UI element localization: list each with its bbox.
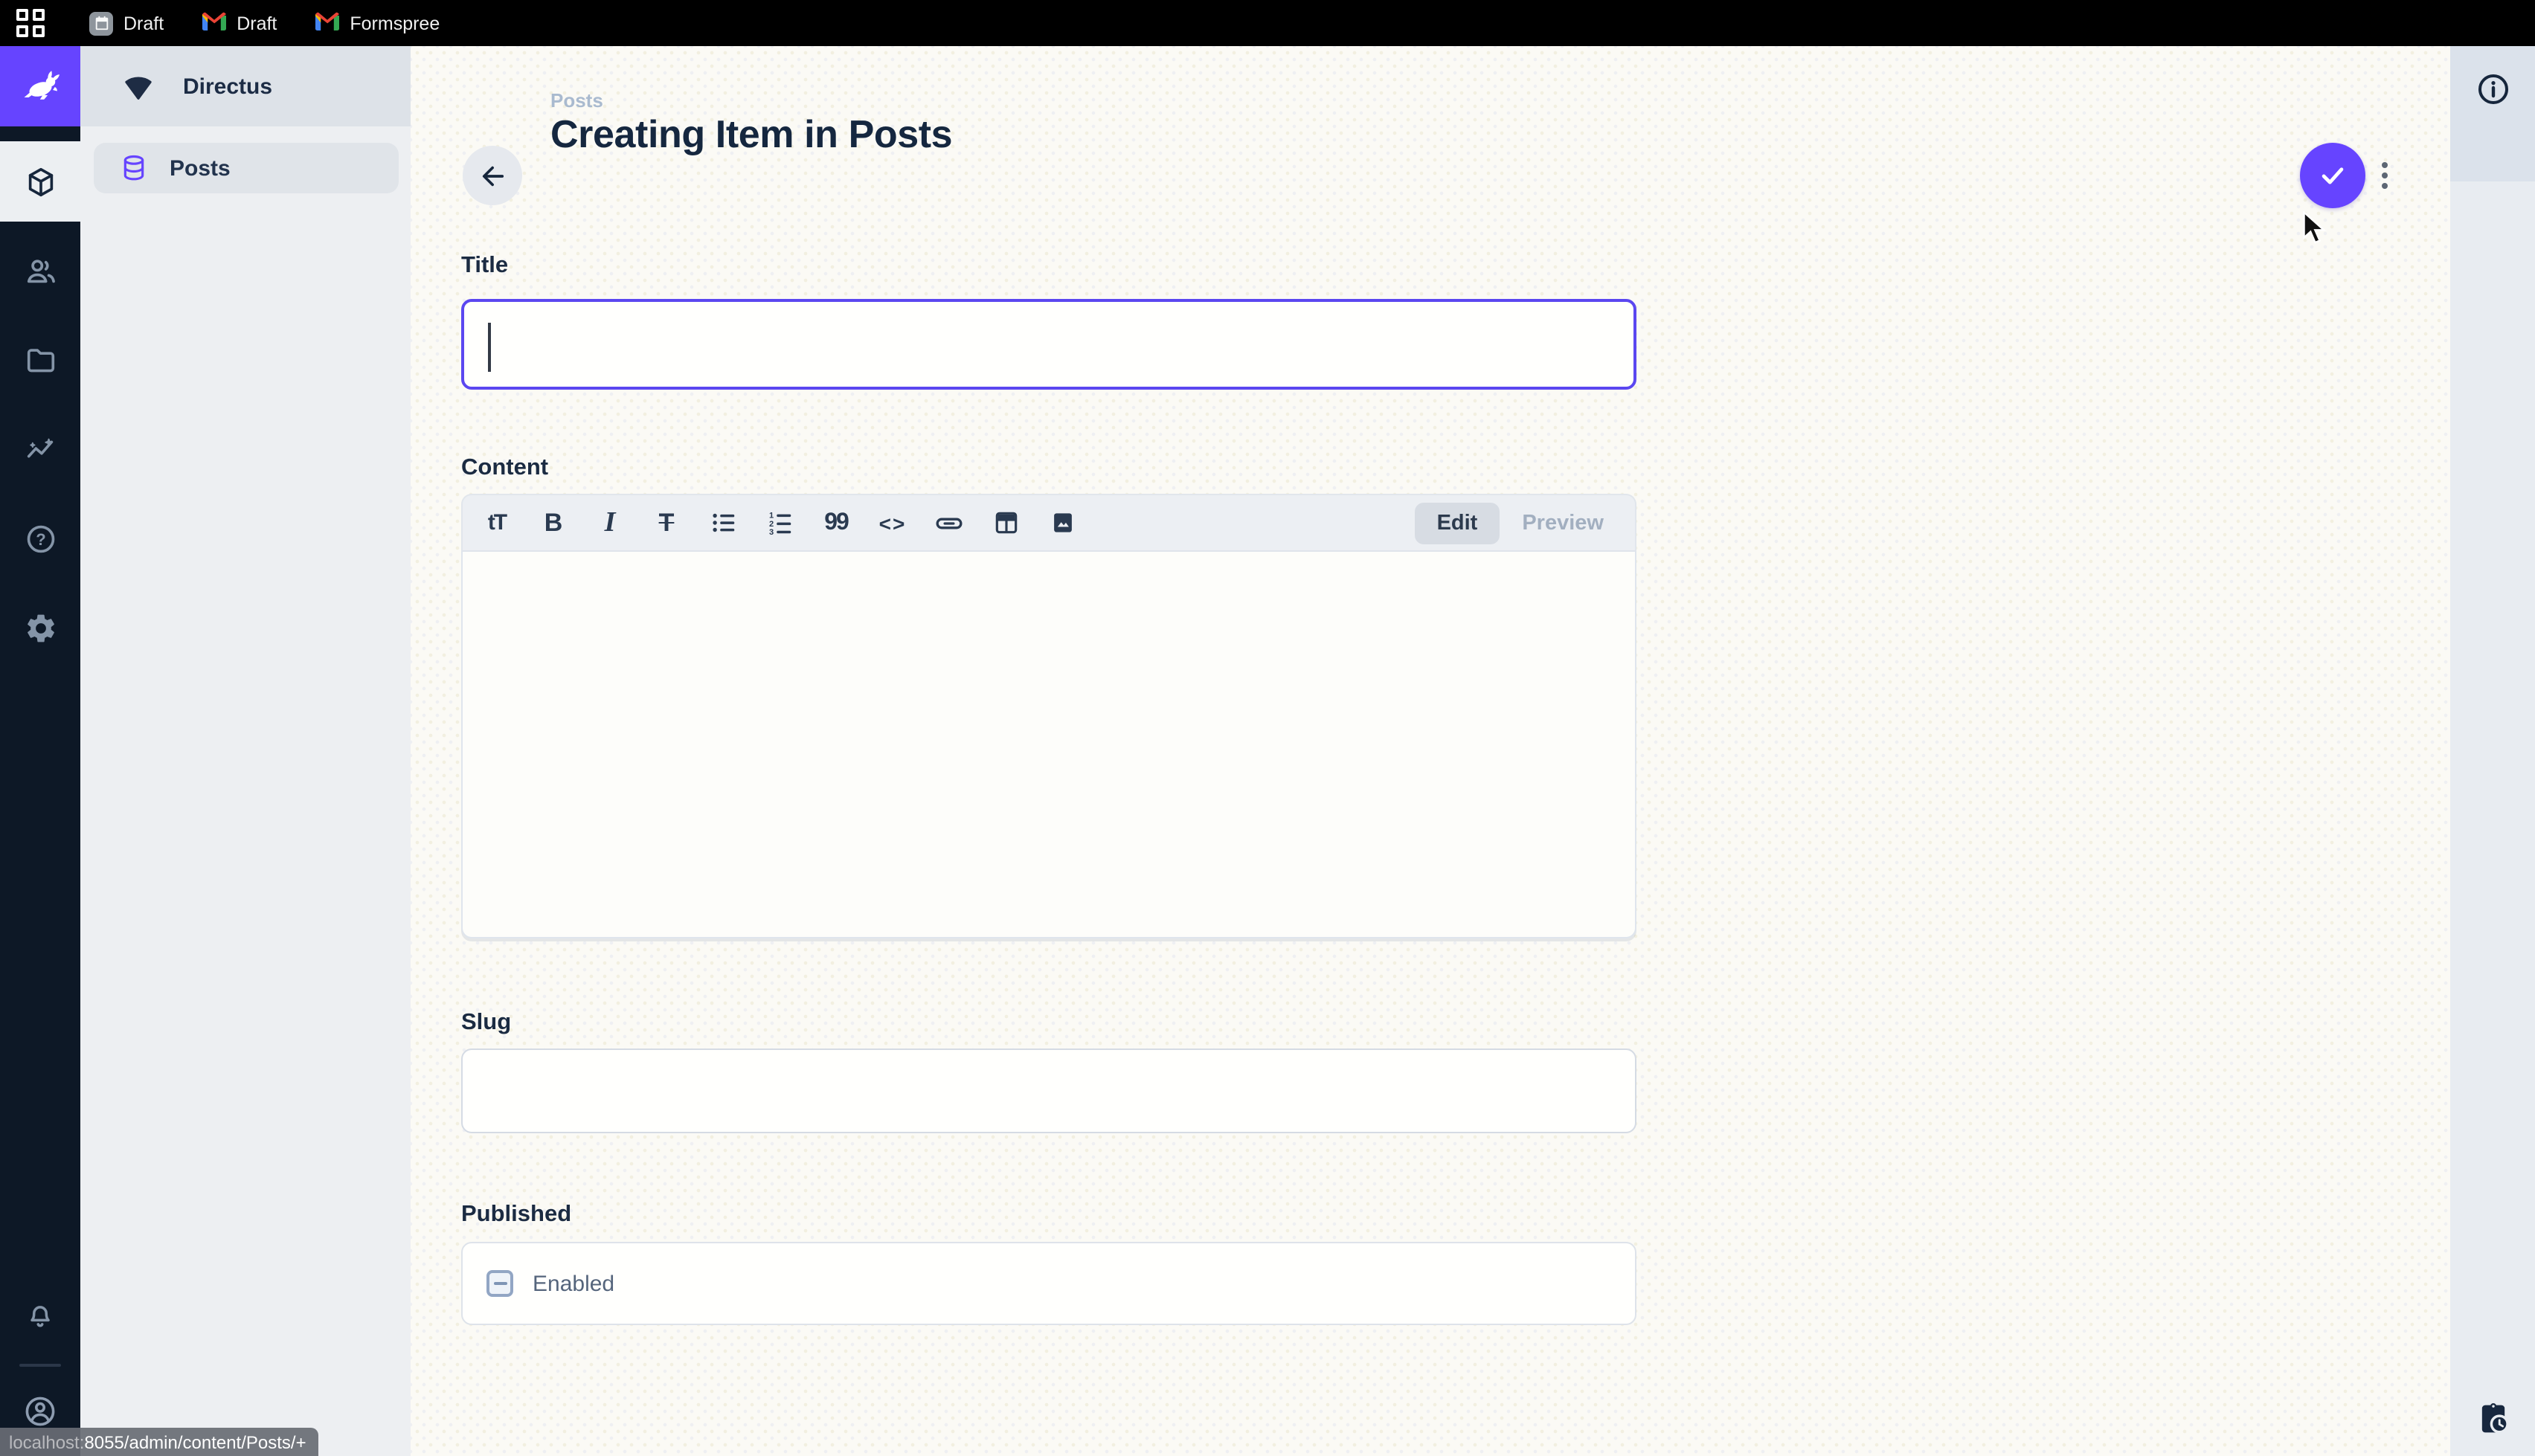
nav-sidebar: Directus Posts [80, 46, 411, 1456]
item-form: Title Content tT B I T 123 [461, 156, 1636, 1325]
field-published: Published Enabled [461, 1202, 1636, 1325]
module-insights[interactable] [0, 409, 80, 489]
back-button[interactable] [463, 146, 522, 205]
folder-icon [23, 343, 57, 377]
text-caret [488, 323, 490, 372]
editor-toolbar: tT B I T 123 99 <> [461, 494, 1636, 552]
info-button[interactable] [2475, 71, 2510, 107]
table-icon [992, 509, 1020, 537]
info-icon [2475, 71, 2510, 107]
gmail-icon [202, 11, 226, 35]
module-files[interactable] [0, 320, 80, 400]
link-button[interactable] [928, 502, 970, 544]
app-grid-icon[interactable] [16, 9, 45, 37]
database-icon [119, 153, 149, 183]
numbered-list-icon: 123 [765, 509, 794, 537]
numbered-list-button[interactable]: 123 [759, 502, 800, 544]
table-button[interactable] [985, 502, 1026, 544]
calendar-icon: 31 [89, 11, 113, 35]
field-slug: Slug [461, 1010, 1636, 1133]
breadcrumb[interactable]: Posts [550, 89, 952, 113]
status-url-bubble: localhost:8055/admin/content/Posts/+ [0, 1428, 318, 1456]
revisions-button[interactable] [2450, 1399, 2535, 1438]
module-users[interactable] [0, 231, 80, 311]
checkbox-label: Enabled [533, 1271, 614, 1296]
image-icon [1048, 509, 1076, 537]
check-icon [2316, 159, 2349, 192]
project-name: Directus [183, 74, 272, 99]
published-checkbox[interactable] [486, 1270, 513, 1297]
arrow-left-icon [477, 160, 508, 191]
gear-icon [23, 611, 57, 645]
bookmark-draft-calendar[interactable]: 31 Draft [89, 11, 164, 35]
module-bar: ? [0, 46, 80, 1456]
help-icon: ? [23, 521, 57, 555]
field-content: Content tT B I T 123 99 <> [461, 455, 1636, 938]
svg-text:3: 3 [768, 528, 773, 537]
field-label: Slug [461, 1010, 1636, 1037]
svg-text:?: ? [35, 529, 45, 548]
directus-logo[interactable] [0, 46, 80, 126]
bookmark-label: Draft [123, 13, 164, 33]
module-content[interactable] [0, 141, 80, 222]
blockquote-button[interactable]: 99 [815, 502, 857, 544]
image-button[interactable] [1041, 502, 1083, 544]
right-sidebar-header [2450, 46, 2535, 181]
bookmark-label: Draft [237, 13, 277, 33]
right-sidebar [2450, 46, 2535, 1456]
code-button[interactable]: <> [872, 502, 913, 544]
box-icon [23, 164, 57, 199]
module-help[interactable]: ? [0, 498, 80, 579]
project-switcher[interactable]: Directus [80, 46, 411, 126]
users-icon [23, 254, 57, 288]
sidebar-item-label: Posts [170, 155, 231, 181]
avatar-icon [22, 1394, 58, 1429]
field-label: Published [461, 1202, 1636, 1228]
app-window: 31 Draft Draft Formspree [0, 0, 2535, 1456]
bookmark-draft-gmail[interactable]: Draft [202, 11, 277, 35]
sidebar-item-posts[interactable]: Posts [94, 143, 399, 193]
published-toggle-box: Enabled [461, 1242, 1636, 1325]
bookmark-label: Formspree [350, 13, 440, 33]
bookmark-formspree[interactable]: Formspree [315, 11, 440, 35]
insights-icon [23, 432, 57, 466]
strikethrough-button[interactable]: T [646, 502, 687, 544]
bold-button[interactable]: B [533, 502, 574, 544]
notifications-button[interactable] [0, 1275, 80, 1355]
gmail-icon [315, 11, 339, 35]
link-icon [934, 508, 964, 538]
italic-button[interactable]: I [589, 502, 631, 544]
field-label: Title [461, 253, 1636, 280]
indeterminate-icon [493, 1282, 507, 1286]
tab-preview[interactable]: Preview [1500, 502, 1626, 544]
slug-input[interactable] [461, 1048, 1636, 1133]
status-url-prefix: localhost: [9, 1431, 84, 1452]
rabbit-icon [18, 64, 62, 109]
title-input[interactable] [461, 299, 1636, 390]
module-settings[interactable] [0, 587, 80, 668]
field-title: Title [461, 253, 1636, 390]
bulleted-list-icon [709, 509, 737, 537]
svg-text:31: 31 [97, 22, 105, 29]
main-content: Posts Creating Item in Posts Title Conte… [411, 46, 2450, 1456]
more-options-button[interactable] [2374, 155, 2395, 196]
format-size-button[interactable]: tT [476, 502, 518, 544]
field-label: Content [461, 455, 1636, 482]
page-title: Creating Item in Posts [550, 113, 952, 156]
save-button[interactable] [2300, 143, 2365, 208]
status-url: 8055/admin/content/Posts/+ [84, 1431, 306, 1452]
module-bar-divider [19, 1364, 61, 1367]
project-logo-icon [119, 67, 158, 106]
bell-icon [24, 1298, 57, 1331]
content-editor-area[interactable] [461, 552, 1636, 938]
bulleted-list-button[interactable] [702, 502, 744, 544]
tab-edit[interactable]: Edit [1415, 502, 1500, 544]
browser-topbar: 31 Draft Draft Formspree [0, 0, 2535, 46]
clipboard-clock-icon [2473, 1399, 2512, 1438]
page-header: Posts Creating Item in Posts [411, 46, 2450, 156]
